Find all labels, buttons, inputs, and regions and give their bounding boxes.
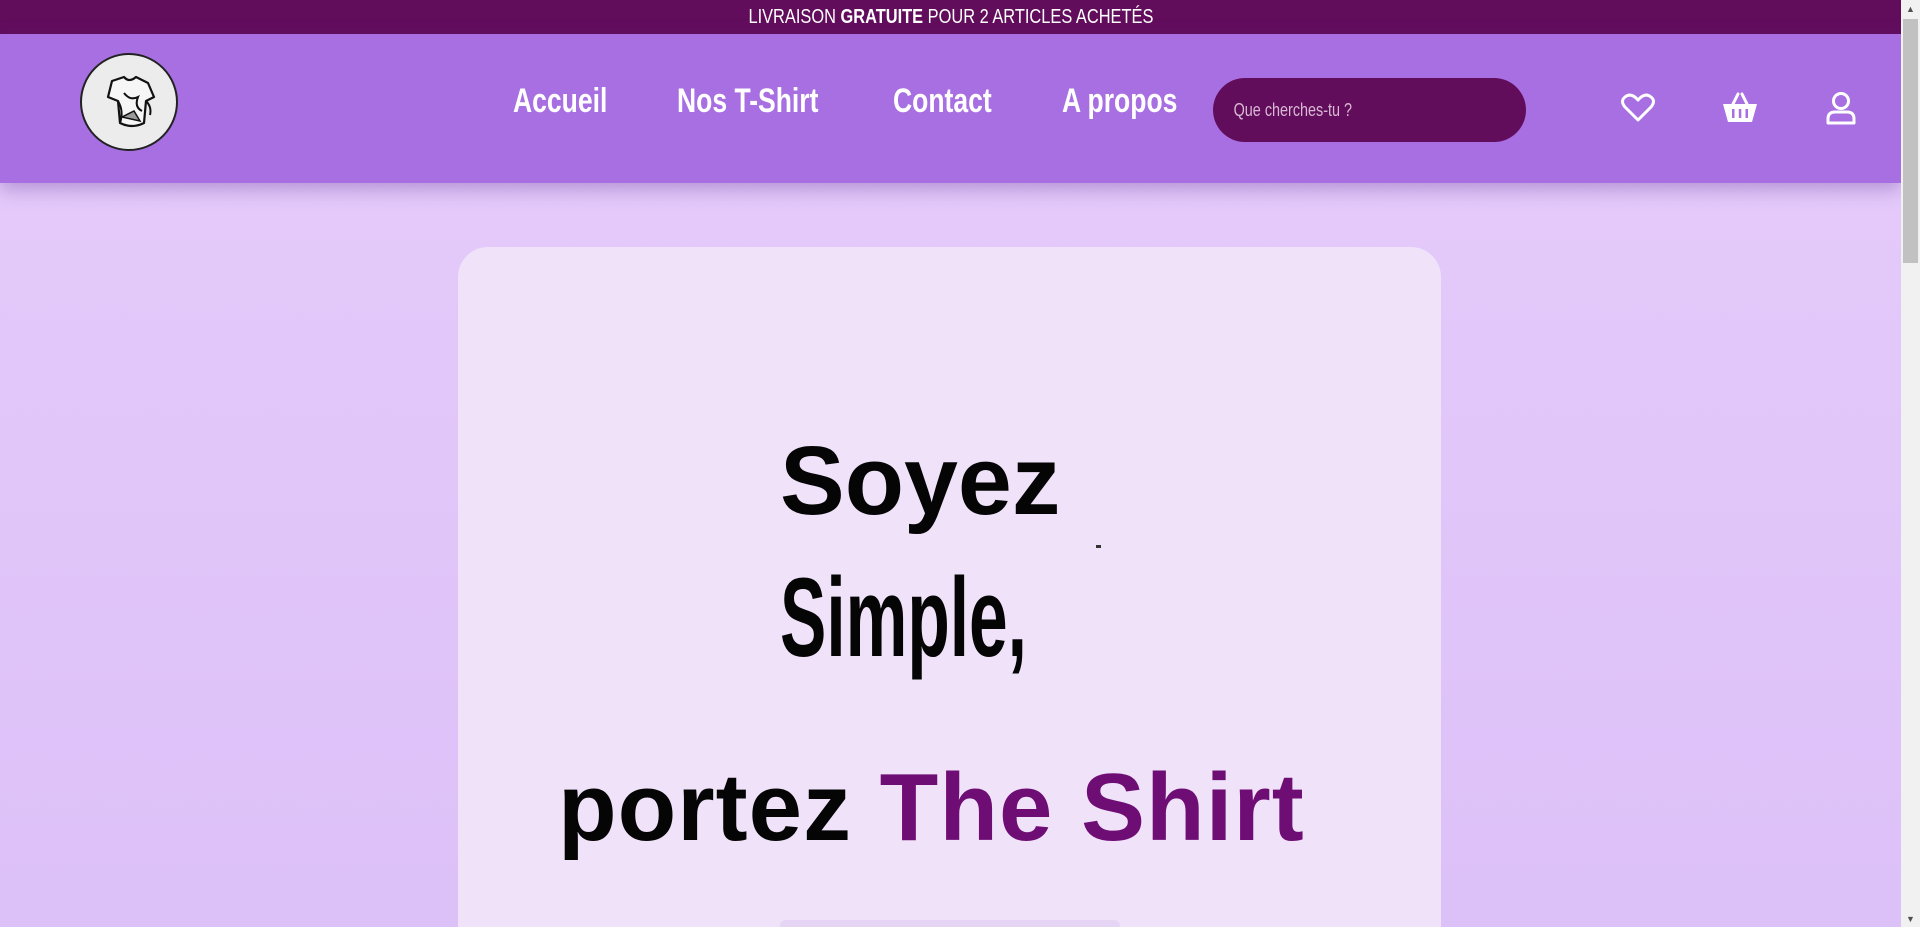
promo-highlight: GRATUITE: [840, 5, 923, 28]
hero-line-simple: Simple,: [780, 555, 1027, 680]
tshirt-logo-icon: [106, 75, 156, 128]
cart-button[interactable]: [1720, 88, 1760, 128]
wishlist-button[interactable]: [1618, 88, 1658, 128]
hero-line-soyez: Soyez: [780, 426, 1061, 535]
decorative-mark: [1096, 545, 1101, 548]
site-logo[interactable]: [80, 53, 178, 151]
promo-text: LIVRAISON GRATUITE POUR 2 ARTICLES ACHET…: [748, 6, 1153, 29]
search-input[interactable]: [1232, 98, 1468, 122]
scroll-down-icon[interactable]: ▼: [1901, 910, 1920, 927]
nav-nos-tshirt[interactable]: Nos T-Shirt: [677, 84, 818, 118]
promo-suffix: POUR 2 ARTICLES ACHETÉS: [922, 5, 1153, 28]
scrollbar-thumb[interactable]: [1903, 19, 1918, 263]
site-header: Accueil Nos T-Shirt Contact A propos: [0, 34, 1901, 183]
hero-line-portez: portez The Shirt: [558, 760, 1305, 856]
scroll-up-icon[interactable]: ▲: [1901, 0, 1920, 17]
promo-prefix: LIVRAISON: [748, 5, 841, 28]
user-icon: [1826, 92, 1856, 125]
hero-cta-button[interactable]: [780, 920, 1120, 927]
nav-a-propos[interactable]: A propos: [1062, 84, 1177, 118]
page-scrollbar[interactable]: ▲ ▼: [1901, 0, 1920, 927]
promo-banner: LIVRAISON GRATUITE POUR 2 ARTICLES ACHET…: [0, 0, 1901, 34]
account-button[interactable]: [1821, 88, 1861, 128]
hero-portez-text: portez: [558, 754, 880, 861]
nav-contact[interactable]: Contact: [893, 84, 992, 118]
heart-icon: [1621, 93, 1655, 122]
nav-accueil[interactable]: Accueil: [513, 84, 607, 118]
search-bar: [1213, 78, 1526, 142]
basket-icon: [1723, 92, 1757, 122]
hero-brand-text: The Shirt: [879, 754, 1305, 861]
